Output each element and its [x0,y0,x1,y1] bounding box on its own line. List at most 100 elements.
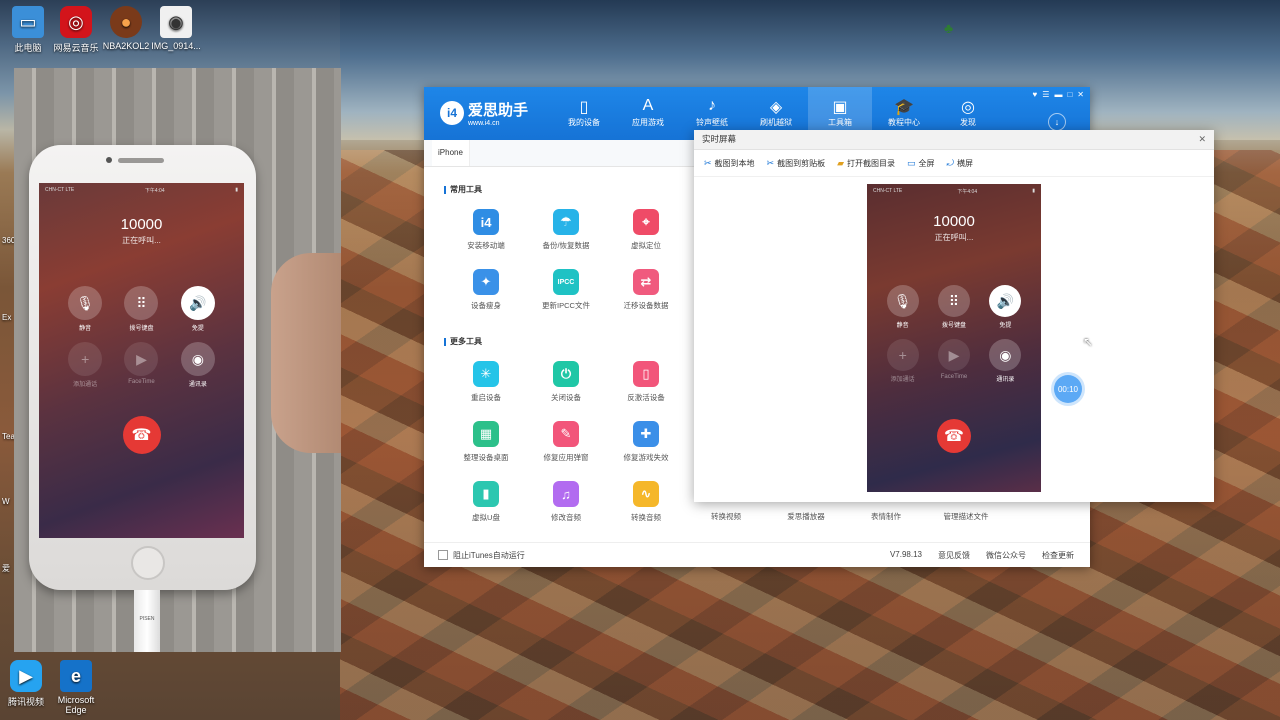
call-number: 10000 [120,216,163,233]
tool-shutdown[interactable]: ⏻ 关闭设备 [526,361,606,421]
keypad-icon: ⠿ [937,285,970,317]
mirrored-end-call-button[interactable]: ☎ [937,419,971,453]
keypad-icon: ⠿ [124,286,159,320]
close-icon[interactable]: ✕ [1077,90,1084,99]
mirrored-mute-button[interactable]: 🎙 静音 [877,285,928,329]
mirrored-contacts-button[interactable]: ◉ 通讯录 [980,339,1031,383]
contacts-button[interactable]: ◉ 通讯录 [170,342,226,388]
plus-icon: + [68,342,103,376]
more-tools-grid: ✳ 重启设备 ⏻ 关闭设备 ▯ 反激活设备 ▦ 整理设备桌面 ✎ 修复应用弹窗 ✚ 修复游戏… [446,361,686,541]
speaker-icon: 🔊 [989,285,1022,317]
facetime-icon: ▶ [937,339,970,371]
contacts-icon: ◉ [180,342,215,376]
check-update-link[interactable]: 检查更新 [1042,550,1074,561]
desktop-icon-nba2kol2[interactable]: ● NBA2KOL2 [98,6,154,51]
lightning-cable: PISEN [134,590,160,652]
recording-timer[interactable]: 00:10 [1054,375,1082,403]
add-call-button[interactable]: + 添加通话 [57,342,113,388]
minimize-icon[interactable]: ▬ [1054,90,1062,99]
download-icon[interactable]: ↓ [1048,113,1066,131]
physical-phone-screen: CHN-CT LTE 下午4:04 ▮ 10000 正在呼叫... 🎙 静音 ⠿ 拨… [39,183,244,538]
landscape-icon: ⤾ [946,157,955,168]
plus-icon: + [886,339,919,371]
mirrored-add-call-button[interactable]: + 添加通话 [877,339,928,383]
discover-icon: ◎ [961,99,975,116]
tool-fix-game[interactable]: ✚ 修复游戏失效 [606,421,686,481]
mirrored-keypad-button[interactable]: ⠿ 拨号键盘 [928,285,979,329]
tool-edit-audio[interactable]: ♫ 修改音频 [526,481,606,541]
contacts-icon: ◉ [989,339,1022,371]
folder-icon: ▰ [837,157,845,168]
open-screenshot-folder-button[interactable]: ▰ 打开截图目录 [837,158,895,169]
tool-install-mobile[interactable]: i4 安装移动端 [446,209,526,269]
section-more-tools: 更多工具 [444,336,482,347]
tool-virtual-location[interactable]: ⌖ 虚拟定位 [606,209,686,269]
block-itunes-label: 阻止iTunes自动运行 [453,550,525,560]
tray-tree-icon[interactable]: ♣ [944,20,953,36]
feedback-link[interactable]: 意见反馈 [938,550,970,561]
maximize-icon[interactable]: □ [1067,90,1072,99]
grid-icon: ▦ [473,421,499,447]
nav-apps-games[interactable]: A 应用游戏 [616,97,680,140]
tool-fix-app-popup[interactable]: ✎ 修复应用弹窗 [526,421,606,481]
keypad-button[interactable]: ⠿ 拨号键盘 [113,286,169,332]
tutorial-icon: 🎓 [894,99,914,116]
facetime-icon: ▶ [124,342,159,376]
desktop-icon-tencent-video[interactable]: ▶ 腾讯视频 [0,660,54,708]
screenshot-to-clipboard-button[interactable]: ✂ 截图到剪贴板 [767,158,826,169]
mirrored-end-call-wrap: ☎ [867,419,1041,453]
mirrored-phone-screen[interactable]: CHN-CT LTE 下午4:04 ▮ 10000 正在呼叫... 🎙 静音 ⠿ 拨… [867,184,1041,492]
window-controls: ♥ ☰ ▬ □ ✕ [1033,90,1084,99]
tool-update-ipcc[interactable]: IPCC 更新IPCC文件 [526,269,606,329]
tool-virtual-udisk[interactable]: ▮ 虚拟U盘 [446,481,526,541]
tool-backup-restore[interactable]: ☂ 备份/恢复数据 [526,209,606,269]
desktop-icon-netease-music[interactable]: ◎ 网易云音乐 [48,6,104,54]
speaker-icon: 🔊 [180,286,215,320]
menu-icon[interactable]: ☰ [1042,90,1049,99]
scissors-clipboard-icon: ✂ [766,157,775,168]
tool-restart[interactable]: ✳ 重启设备 [446,361,526,421]
tool-deactivate[interactable]: ▯ 反激活设备 [606,361,686,421]
phone-camera [106,157,112,163]
i4-logo-icon: i4 [440,101,464,125]
mute-button[interactable]: 🎙 静音 [57,286,113,332]
ringtone-icon: ♪ [708,97,716,114]
tool-migrate-data[interactable]: ⇄ 迁移设备数据 [606,269,686,329]
migrate-icon: ⇄ [633,269,659,295]
i4-mobile-icon: i4 [473,209,499,235]
facetime-button[interactable]: ▶ FaceTime [113,342,169,388]
block-itunes-checkbox[interactable] [438,550,448,560]
image-file-icon: ◉ [160,6,192,38]
end-call-button[interactable]: ☎ [122,416,161,454]
wechat-link[interactable]: 微信公众号 [986,550,1026,561]
i4-logo: i4 爱思助手 www.i4.cn [440,99,528,127]
desktop-icon-edge[interactable]: e Microsoft Edge [48,660,104,715]
restart-icon: ✳ [473,361,499,387]
tool-organize-desktop[interactable]: ▦ 整理设备桌面 [446,421,526,481]
home-button [131,546,165,580]
nav-my-device[interactable]: ▯ 我的设备 [552,97,616,140]
tool-convert-audio[interactable]: ∿ 转换音频 [606,481,686,541]
speaker-button[interactable]: 🔊 免提 [170,286,226,332]
mirrored-facetime-button[interactable]: ▶ FaceTime [928,339,979,383]
tool-device-cleanup[interactable]: ✦ 设备瘦身 [446,269,526,329]
waveform-icon: ∿ [633,481,659,507]
end-call-wrap: ☎ [39,416,244,454]
mic-off-icon: 🎙 [68,286,103,320]
call-button-grid: 🎙 静音 ⠿ 拨号键盘 🔊 免提 + 添加通话 ▶ FaceTime ◉ 通讯录 [39,286,244,388]
desktop-icon-img-file[interactable]: ◉ IMG_0914... [148,6,204,51]
screenshot-to-local-button[interactable]: ✂ 截图到本地 [704,158,755,169]
mirrored-speaker-button[interactable]: 🔊 免提 [980,285,1031,329]
tab-iphone[interactable]: iPhone [432,140,470,166]
phone-speaker [118,158,164,163]
hand [271,253,341,453]
realtime-screen-titlebar: 实时屏幕 ✕ [694,130,1214,150]
power-icon: ⏻ [553,361,579,387]
landscape-button[interactable]: ⤾ 横屏 [947,158,974,169]
edge-label: Tea [2,432,15,441]
mirrored-call-number: 10000 [933,213,975,230]
fullscreen-button[interactable]: ▭ 全屏 [907,158,935,169]
camera-feed-photo: CHN-CT LTE 下午4:04 ▮ 10000 正在呼叫... 🎙 静音 ⠿ 拨… [14,68,341,652]
skin-icon[interactable]: ♥ [1033,90,1038,99]
close-icon[interactable]: ✕ [1198,130,1206,149]
